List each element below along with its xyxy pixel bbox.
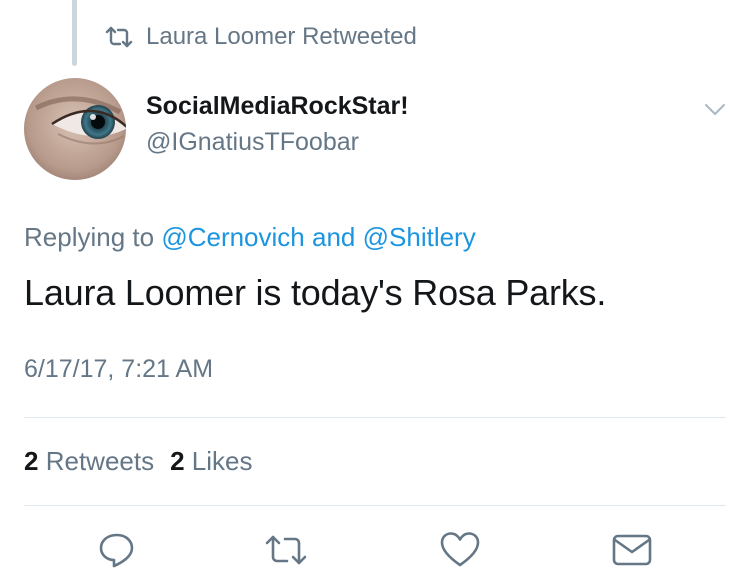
chevron-down-icon[interactable] xyxy=(700,100,730,120)
retweets-stat[interactable]: 2 Retweets xyxy=(24,446,154,477)
reply-context: Replying to @Cernovich and @Shitlery xyxy=(24,222,476,253)
retweeted-by-label[interactable]: Laura Loomer Retweeted xyxy=(146,23,417,51)
mention-link-cernovich[interactable]: @Cernovich xyxy=(161,222,304,252)
tweet-timestamp[interactable]: 6/17/17, 7:21 AM xyxy=(24,355,213,384)
reply-button[interactable] xyxy=(95,528,139,572)
likes-count: 2 xyxy=(170,446,185,476)
replying-to-label: Replying to xyxy=(24,222,155,252)
retweet-icon xyxy=(265,535,307,565)
likes-label: Likes xyxy=(191,446,253,476)
thread-connector-line xyxy=(72,0,77,66)
direct-message-button[interactable] xyxy=(610,528,654,572)
reply-icon xyxy=(99,533,134,568)
divider-bottom xyxy=(24,505,726,506)
like-button[interactable] xyxy=(438,528,482,572)
retweet-button[interactable] xyxy=(264,528,308,572)
mention-link-shitlery[interactable]: @Shitlery xyxy=(363,222,476,252)
retweet-icon xyxy=(105,26,133,48)
retweets-count: 2 xyxy=(24,446,39,476)
author-handle[interactable]: @IGnatiusTFoobar xyxy=(146,128,359,157)
engagement-stats: 2 Retweets 2 Likes xyxy=(24,446,253,477)
reply-conjunction[interactable]: and xyxy=(312,222,355,252)
avatar[interactable] xyxy=(24,78,126,180)
tweet-action-bar xyxy=(0,528,750,572)
retweets-label: Retweets xyxy=(45,446,155,476)
likes-stat[interactable]: 2 Likes xyxy=(170,446,252,477)
retweet-context-header: Laura Loomer Retweeted xyxy=(104,22,417,52)
direct-message-icon xyxy=(612,534,652,566)
like-heart-icon xyxy=(440,532,480,567)
divider-top xyxy=(24,417,726,418)
author-display-name[interactable]: SocialMediaRockStar! xyxy=(146,92,409,121)
tweet-text: Laura Loomer is today's Rosa Parks. xyxy=(24,272,607,313)
